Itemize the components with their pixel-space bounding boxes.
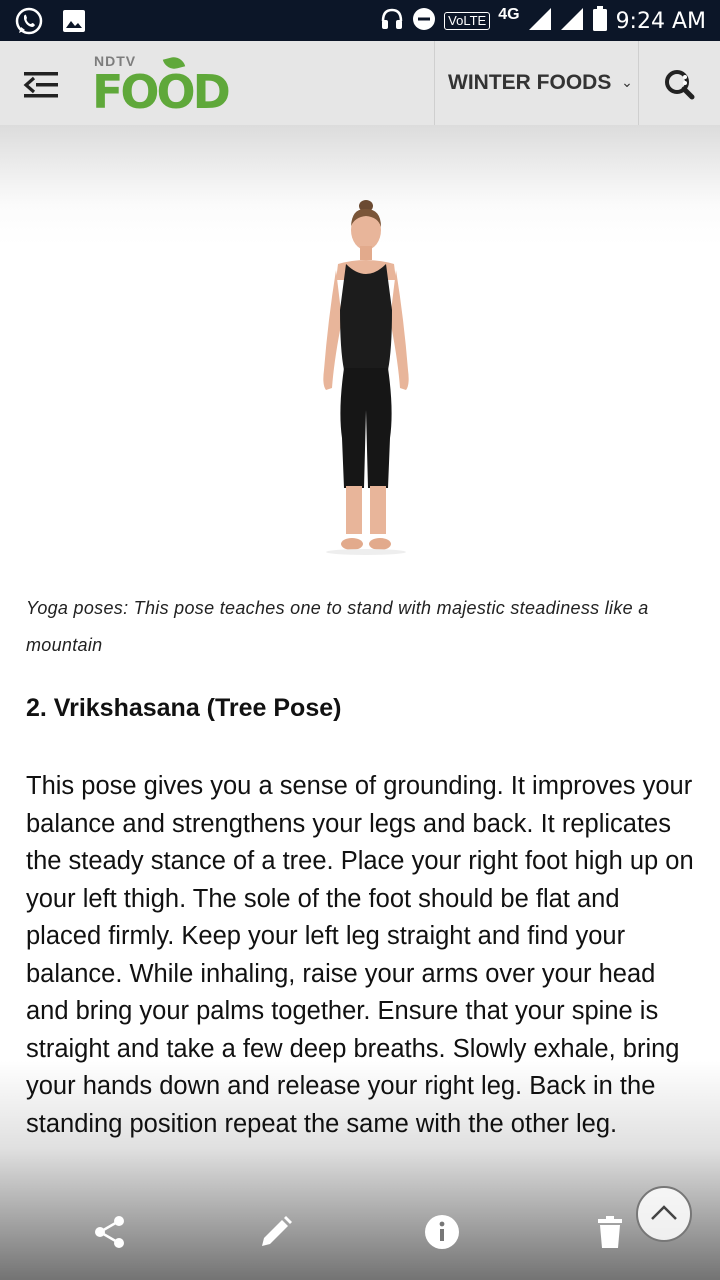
edit-icon xyxy=(262,1216,292,1246)
volte-indicator: VoLTE xyxy=(444,12,491,30)
bottom-toolbar xyxy=(0,1200,720,1264)
info-button[interactable] xyxy=(424,1214,460,1250)
winter-foods-label: WINTER FOODS xyxy=(448,71,612,94)
search-icon xyxy=(665,70,695,100)
header-divider xyxy=(638,41,639,125)
menu-icon xyxy=(23,72,58,98)
search-button[interactable] xyxy=(662,67,698,103)
app-header: NDTV FOOD WINTER FOODS ⌄ xyxy=(0,41,720,126)
share-icon xyxy=(95,1216,124,1248)
article-image xyxy=(0,125,720,580)
whatsapp-icon xyxy=(14,6,44,41)
chevron-up-icon xyxy=(651,1205,677,1220)
edit-button[interactable] xyxy=(258,1214,294,1250)
image-icon xyxy=(62,9,86,38)
signal-icon xyxy=(560,7,584,36)
scroll-to-top-button[interactable] xyxy=(636,1186,692,1242)
header-divider xyxy=(434,41,435,125)
battery-icon xyxy=(592,5,608,37)
delete-button[interactable] xyxy=(592,1214,628,1250)
headphones-icon xyxy=(380,7,404,36)
status-bar: VoLTE 4G 9:24 AM xyxy=(0,0,720,41)
yoga-pose-photo xyxy=(323,200,409,555)
info-icon xyxy=(425,1215,459,1249)
do-not-disturb-icon xyxy=(412,7,436,36)
winter-foods-dropdown[interactable]: WINTER FOODS ⌄ xyxy=(448,71,633,95)
share-button[interactable] xyxy=(92,1214,128,1250)
site-logo[interactable]: NDTV FOOD xyxy=(92,53,231,119)
image-caption: Yoga poses: This pose teaches one to sta… xyxy=(26,598,649,655)
delete-icon xyxy=(598,1216,622,1248)
section-heading: 2. Vrikshasana (Tree Pose) xyxy=(26,694,342,722)
logo-food-text: FOOD xyxy=(92,65,231,119)
signal-icon xyxy=(528,7,552,36)
menu-button[interactable] xyxy=(22,69,62,101)
clock: 9:24 AM xyxy=(615,8,706,34)
chevron-down-icon: ⌄ xyxy=(621,74,633,90)
network-type: 4G xyxy=(498,6,520,23)
